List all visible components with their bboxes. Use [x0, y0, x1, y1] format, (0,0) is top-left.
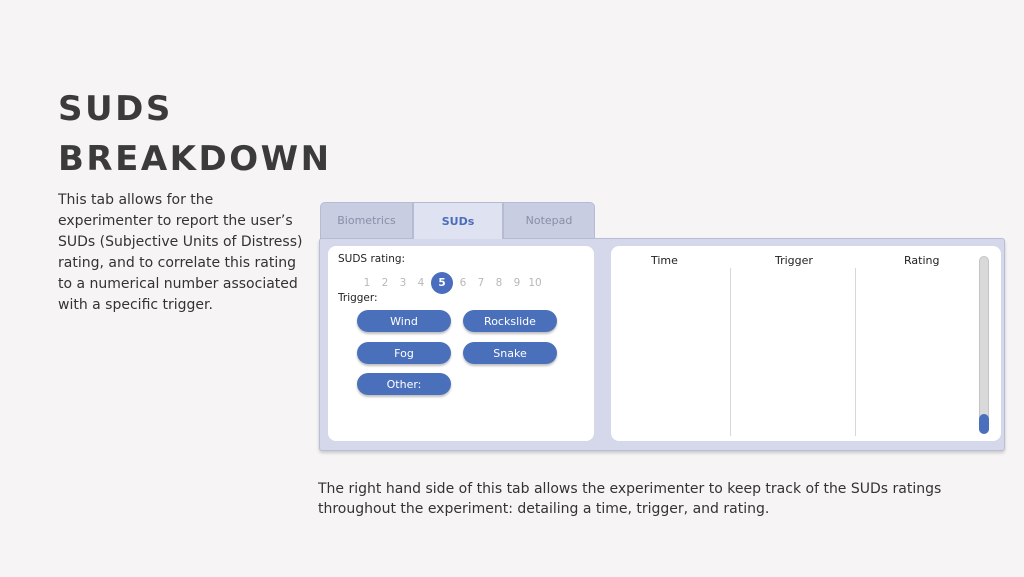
rating-option-2[interactable]: 2 [376, 277, 394, 289]
tab-biometrics[interactable]: Biometrics [320, 202, 413, 239]
tab-suds[interactable]: SUDs [413, 202, 503, 239]
slide-description: This tab allows for the experimenter to … [58, 192, 303, 313]
trigger-wind-button[interactable]: Wind [357, 310, 451, 332]
suds-entry-panel: SUDS rating: 1 2 3 4 5 6 7 8 9 10 Trigge… [328, 246, 594, 441]
scrollbar-thumb[interactable] [979, 414, 989, 434]
suds-rating-label: SUDS rating: [338, 253, 406, 265]
column-header-rating: Rating [904, 254, 940, 267]
rating-option-3[interactable]: 3 [394, 277, 412, 289]
tab-notepad[interactable]: Notepad [503, 202, 595, 239]
title-line-1: SUDS [58, 89, 173, 129]
tab-bar: Biometrics SUDs Notepad [320, 202, 595, 239]
trigger-other-button[interactable]: Other: [357, 373, 451, 395]
trigger-snake-button[interactable]: Snake [463, 342, 557, 364]
scrollbar-track[interactable] [979, 256, 989, 434]
column-divider [730, 268, 731, 436]
rating-option-1[interactable]: 1 [358, 277, 376, 289]
trigger-rockslide-button[interactable]: Rockslide [463, 310, 557, 332]
rating-option-4[interactable]: 4 [412, 277, 430, 289]
rating-option-8[interactable]: 8 [490, 277, 508, 289]
suds-rating-scale: 1 2 3 4 5 6 7 8 9 10 [358, 272, 544, 294]
rating-option-10[interactable]: 10 [526, 277, 544, 289]
title-line-2: BREAKDOWN [58, 139, 332, 179]
slide-title: SUDS BREAKDOWN [58, 84, 332, 184]
column-divider [855, 268, 856, 436]
bottom-description: The right hand side of this tab allows t… [318, 481, 942, 517]
rating-option-5-selected[interactable]: 5 [431, 272, 453, 294]
rating-option-6[interactable]: 6 [454, 277, 472, 289]
rating-option-9[interactable]: 9 [508, 277, 526, 289]
trigger-label: Trigger: [338, 292, 378, 304]
column-header-time: Time [651, 254, 678, 267]
rating-option-7[interactable]: 7 [472, 277, 490, 289]
trigger-fog-button[interactable]: Fog [357, 342, 451, 364]
suds-log-table: Time Trigger Rating [611, 246, 1001, 441]
column-header-trigger: Trigger [775, 254, 813, 267]
